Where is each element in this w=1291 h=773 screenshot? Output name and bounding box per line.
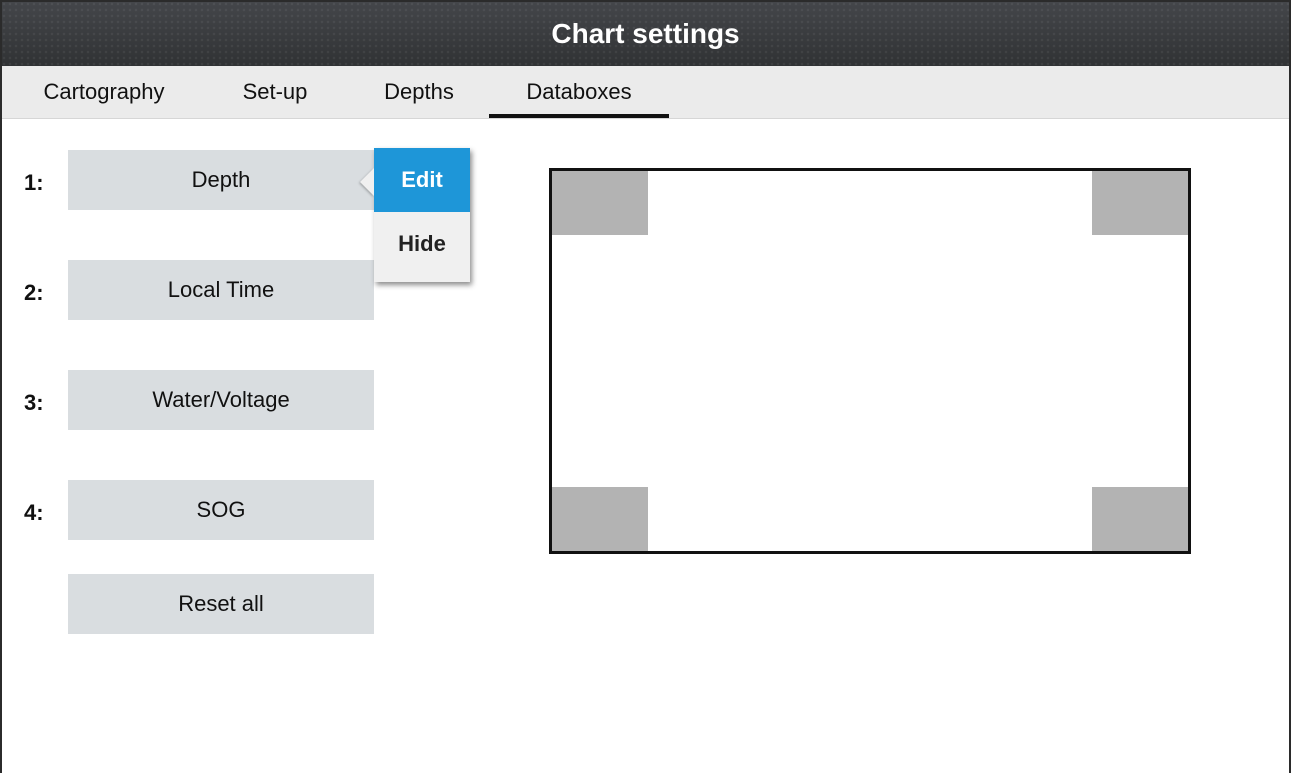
hide-menu-item[interactable]: Hide	[374, 212, 470, 276]
databox-2-number: 2:	[24, 280, 44, 305]
edit-menu-item[interactable]: Edit	[374, 148, 470, 212]
popup-pointer	[360, 168, 374, 196]
reset-all-button[interactable]: Reset all	[68, 574, 374, 634]
databox-layout-preview	[549, 168, 1191, 554]
databox-1-number: 1:	[24, 170, 44, 195]
databox-4-button[interactable]: SOG	[68, 480, 374, 540]
tab-cartography[interactable]: Cartography	[24, 66, 184, 118]
databox-slot-top-left[interactable]	[552, 171, 648, 235]
tab-depths[interactable]: Depths	[364, 66, 474, 118]
databox-slot-top-right[interactable]	[1092, 171, 1188, 235]
databox-3-number: 3:	[24, 390, 44, 415]
tab-databoxes[interactable]: Databoxes	[489, 66, 669, 118]
title-bar: Chart settings	[2, 2, 1289, 66]
databox-slot-bottom-right[interactable]	[1092, 487, 1188, 551]
databox-3-button[interactable]: Water/Voltage	[68, 370, 374, 430]
databox-4-number: 4:	[24, 500, 44, 525]
page-title: Chart settings	[551, 18, 740, 49]
databox-1-button[interactable]: Depth	[68, 150, 374, 210]
databox-2-button[interactable]: Local Time	[68, 260, 374, 320]
databox-slot-bottom-left[interactable]	[552, 487, 648, 551]
databox-context-menu: Edit Hide	[360, 148, 470, 282]
tab-set-up[interactable]: Set-up	[224, 66, 326, 118]
tab-bar: Cartography Set-up Depths Databoxes	[2, 66, 1289, 119]
chart-settings-screen: Chart settings Cartography Set-up Depths…	[0, 0, 1291, 773]
